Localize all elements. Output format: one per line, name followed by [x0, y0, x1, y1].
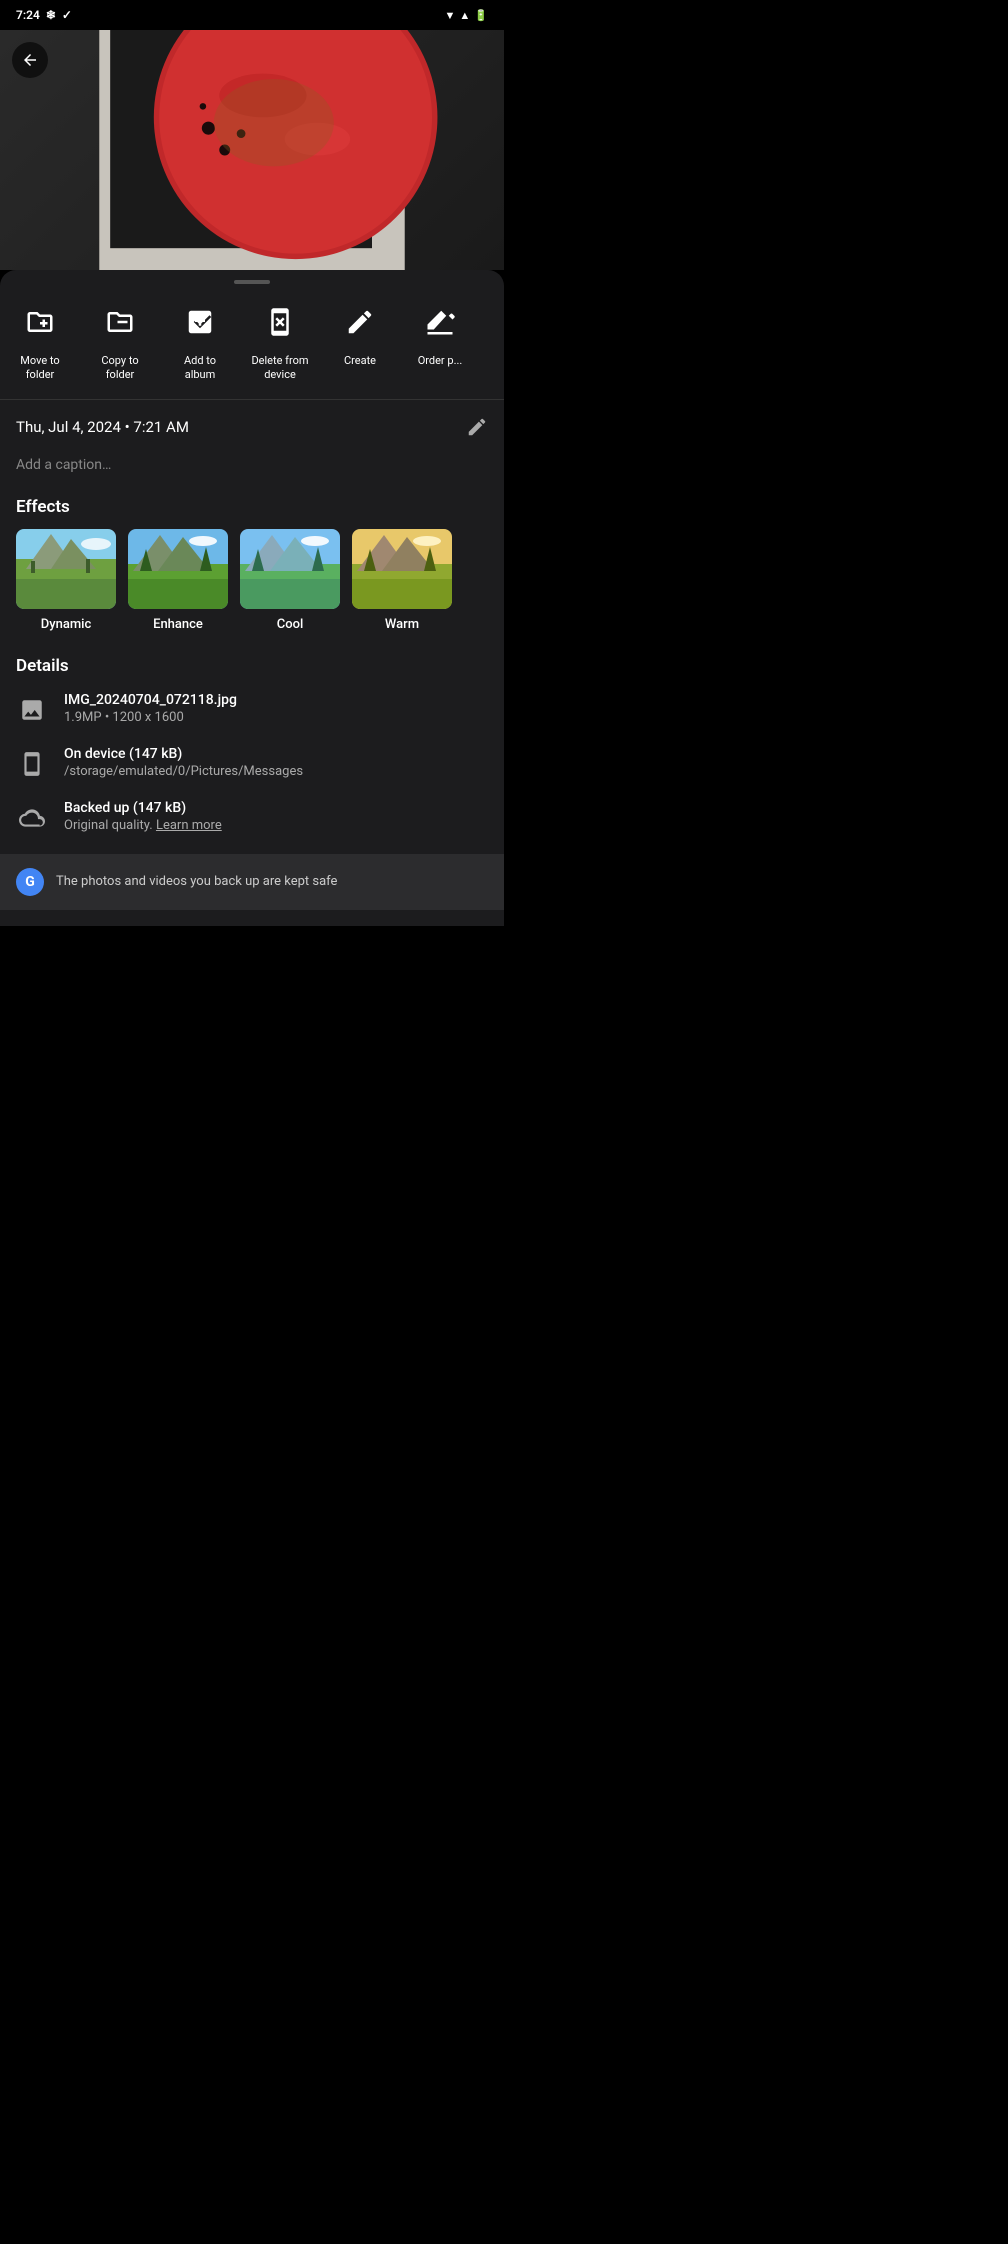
effect-enhance-thumb	[128, 529, 228, 609]
effect-enhance-label: Enhance	[153, 617, 203, 632]
check-icon: ✓	[62, 8, 72, 22]
google-icon: G	[16, 868, 44, 896]
google-letter: G	[25, 874, 35, 890]
copy-to-folder-label: Copy tofolder	[101, 354, 138, 383]
order-print-label: Order p...	[418, 354, 463, 368]
signal-icon: ▲	[459, 9, 470, 22]
caption-placeholder: Add a caption…	[16, 457, 111, 473]
on-device-text: On device (147 kB)	[64, 746, 303, 762]
delete-device-icon	[256, 298, 304, 346]
effect-cool[interactable]: Cool	[240, 529, 340, 632]
action-move-to-folder[interactable]: Move tofolder	[0, 298, 80, 383]
copy-folder-icon	[96, 298, 144, 346]
effects-section: Effects	[0, 489, 504, 648]
create-label: Create	[344, 354, 376, 368]
status-time: 7:24	[16, 8, 40, 22]
details-section: Details IMG_20240704_072118.jpg 1.9MP • …	[0, 648, 504, 834]
artwork-image	[0, 30, 504, 270]
effect-warm-thumb	[352, 529, 452, 609]
image-file-icon	[16, 694, 48, 726]
detail-row-file: IMG_20240704_072118.jpg 1.9MP • 1200 x 1…	[16, 692, 488, 726]
detail-row-backup: Backed up (147 kB) Original quality. Lea…	[16, 800, 488, 834]
action-order-print[interactable]: Order p...	[400, 298, 480, 383]
details-title: Details	[16, 656, 488, 676]
bottom-banner: G The photos and videos you back up are …	[0, 854, 504, 910]
detail-text-file: IMG_20240704_072118.jpg 1.9MP • 1200 x 1…	[64, 692, 237, 725]
cloud-icon	[16, 802, 48, 834]
filename: IMG_20240704_072118.jpg	[64, 692, 237, 708]
caption-area[interactable]: Add a caption…	[0, 454, 504, 489]
order-print-icon	[416, 298, 464, 346]
drag-handle-bar	[234, 280, 270, 284]
edit-date-icon[interactable]	[466, 416, 488, 438]
backup-quality: Original quality. Learn more	[64, 818, 222, 833]
effect-cool-label: Cool	[277, 617, 304, 632]
resolution: 1.9MP • 1200 x 1600	[64, 710, 237, 725]
actions-row: Move tofolder Copy tofolder Add toalbum	[0, 290, 504, 399]
action-copy-to-folder[interactable]: Copy tofolder	[80, 298, 160, 383]
move-to-folder-label: Move tofolder	[20, 354, 59, 383]
effect-enhance[interactable]: Enhance	[128, 529, 228, 632]
action-add-to-album[interactable]: Add toalbum	[160, 298, 240, 383]
detail-text-device: On device (147 kB) /storage/emulated/0/P…	[64, 746, 303, 779]
add-album-icon	[176, 298, 224, 346]
back-button[interactable]	[12, 42, 48, 78]
effect-warm-label: Warm	[385, 617, 419, 632]
date-section: Thu, Jul 4, 2024 • 7:21 AM	[0, 400, 504, 454]
snowflake-icon: ❄	[46, 8, 56, 22]
status-bar: 7:24 ❄ ✓ ▼ ▲ 🔋	[0, 0, 504, 30]
status-left: 7:24 ❄ ✓	[16, 8, 72, 22]
delete-from-device-label: Delete fromdevice	[251, 354, 308, 383]
effect-dynamic-label: Dynamic	[41, 617, 92, 632]
effect-dynamic[interactable]: Dynamic	[16, 529, 116, 632]
drag-handle	[0, 270, 504, 290]
backed-up-text: Backed up (147 kB)	[64, 800, 222, 816]
bottom-sheet: Move tofolder Copy tofolder Add toalbum	[0, 270, 504, 926]
effect-warm[interactable]: Warm	[352, 529, 452, 632]
action-delete-from-device[interactable]: Delete fromdevice	[240, 298, 320, 383]
detail-text-backup: Backed up (147 kB) Original quality. Lea…	[64, 800, 222, 833]
photo-area	[0, 30, 504, 270]
effects-title: Effects	[0, 489, 504, 529]
effects-row: Dynamic Enhance	[0, 529, 504, 648]
storage-path: /storage/emulated/0/Pictures/Messages	[64, 764, 303, 779]
banner-text: The photos and videos you back up are ke…	[56, 874, 337, 889]
move-folder-icon	[16, 298, 64, 346]
learn-more-link[interactable]: Learn more	[156, 818, 222, 833]
create-icon	[336, 298, 384, 346]
status-right: ▼ ▲ 🔋	[445, 9, 488, 22]
add-to-album-label: Add toalbum	[184, 354, 216, 383]
battery-icon: 🔋	[474, 9, 488, 22]
backup-quality-text: Original quality.	[64, 818, 153, 833]
detail-row-device: On device (147 kB) /storage/emulated/0/P…	[16, 746, 488, 780]
wifi-icon: ▼	[445, 9, 456, 22]
date-text: Thu, Jul 4, 2024 • 7:21 AM	[16, 418, 189, 436]
device-icon	[16, 748, 48, 780]
effect-cool-thumb	[240, 529, 340, 609]
effect-dynamic-thumb	[16, 529, 116, 609]
action-create[interactable]: Create	[320, 298, 400, 383]
